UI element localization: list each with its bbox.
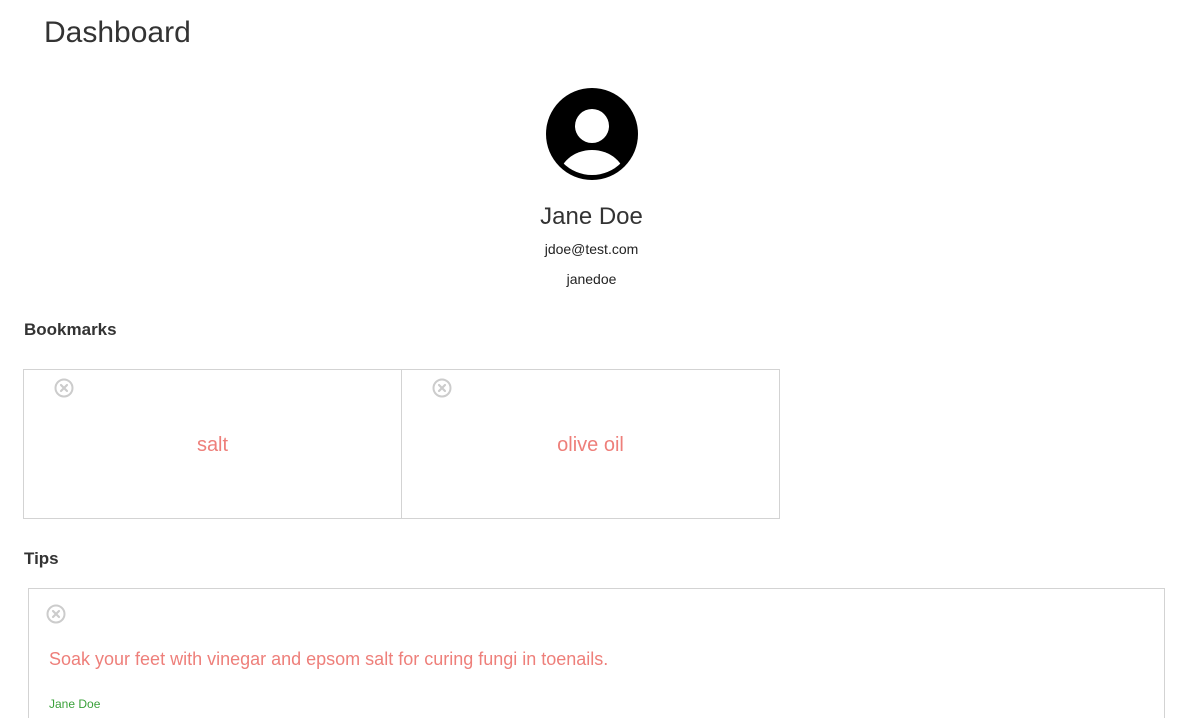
profile-email: jdoe@test.com	[544, 241, 639, 257]
tip-text: Soak your feet with vinegar and epsom sa…	[49, 649, 609, 669]
page-title: Dashboard	[44, 16, 191, 49]
close-circle-icon[interactable]	[432, 378, 452, 398]
bookmark-card[interactable]: olive oil	[401, 369, 780, 519]
bookmark-label[interactable]: olive oil	[402, 432, 779, 458]
bookmarks-list: salt olive oil	[23, 369, 780, 519]
tip-author[interactable]: Jane Doe	[49, 696, 100, 712]
tip-card: Soak your feet with vinegar and epsom sa…	[28, 588, 1165, 718]
profile-name: Jane Doe	[540, 203, 643, 230]
profile-username: janedoe	[566, 271, 617, 287]
bookmarks-heading: Bookmarks	[24, 320, 117, 339]
profile-section: Jane Doe jdoe@test.com janedoe	[0, 88, 1183, 288]
dashboard-page: Dashboard Jane Doe jdoe@test.com janedoe…	[0, 0, 1183, 718]
tips-heading: Tips	[24, 549, 59, 568]
close-circle-icon[interactable]	[54, 378, 74, 398]
close-circle-icon[interactable]	[46, 604, 66, 624]
user-circle-icon	[545, 88, 638, 180]
bookmark-label[interactable]: salt	[24, 432, 401, 458]
bookmark-card[interactable]: salt	[23, 369, 402, 519]
